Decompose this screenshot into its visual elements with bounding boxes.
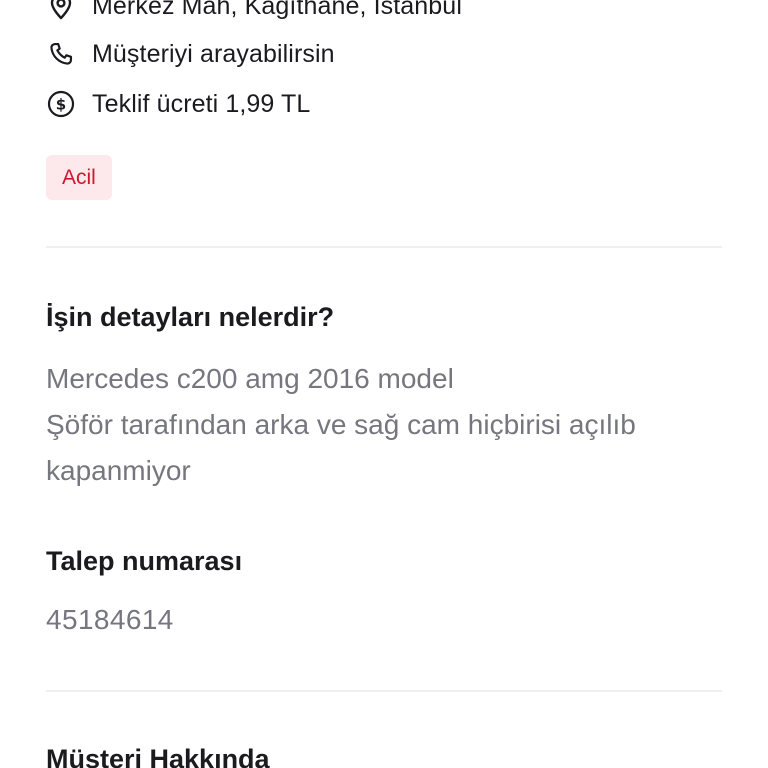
section-divider xyxy=(46,246,722,248)
offer-fee-row: $ Teklif ücreti 1,99 TL xyxy=(46,88,310,120)
location-row: Merkez Mah, Kağıthane, İstanbul xyxy=(46,0,462,22)
svg-text:$: $ xyxy=(56,96,66,114)
section-divider xyxy=(46,690,722,692)
location-text: Merkez Mah, Kağıthane, İstanbul xyxy=(92,0,462,20)
customer-about-title: Müşteri Hakkında xyxy=(46,744,270,768)
urgent-badge: Acil xyxy=(46,155,112,200)
location-pin-icon xyxy=(46,0,76,21)
phone-row: Müşteriyi arayabilirsin xyxy=(46,38,335,70)
job-details-description: Mercedes c200 amg 2016 model Şöför taraf… xyxy=(46,363,636,486)
phone-note-text: Müşteriyi arayabilirsin xyxy=(92,39,335,68)
request-number-title: Talep numarası xyxy=(46,546,243,576)
dollar-circle-icon: $ xyxy=(46,89,76,119)
phone-icon xyxy=(46,39,76,69)
job-details-title: İşin detayları nelerdir? xyxy=(46,302,335,332)
offer-fee-text: Teklif ücreti 1,99 TL xyxy=(92,89,311,118)
request-number-value: 45184614 xyxy=(46,604,174,635)
